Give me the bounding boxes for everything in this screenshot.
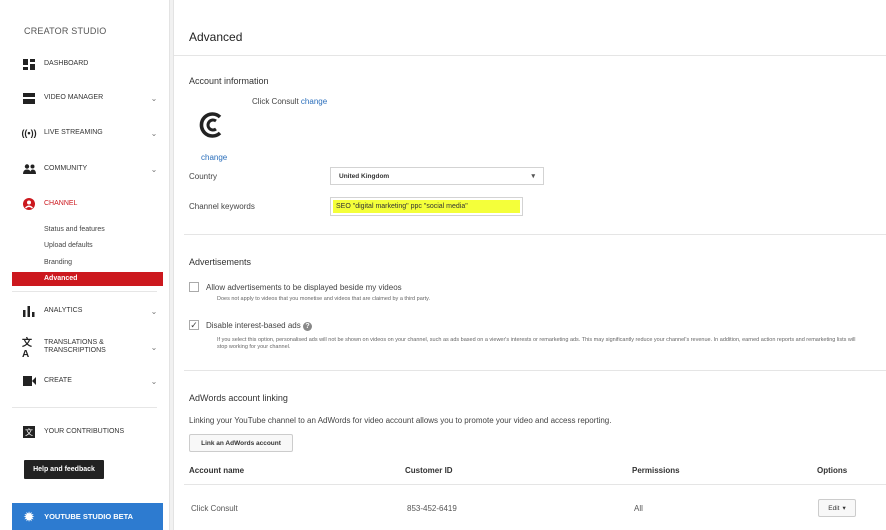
sidebar-subitem-advanced[interactable]: Advanced [12, 272, 163, 286]
adwords-heading: AdWords account linking [189, 393, 288, 403]
translations-icon: 文A [22, 338, 32, 360]
divider [174, 55, 886, 56]
sidebar-item-contributions[interactable]: 文 YOUR CONTRIBUTIONS [22, 421, 158, 443]
help-feedback-button[interactable]: Help and feedback [24, 460, 104, 479]
divider [184, 370, 886, 371]
allow-ads-label: Allow advertisements to be displayed bes… [206, 283, 402, 292]
col-options: Options [817, 466, 848, 475]
disable-interest-ads-checkbox[interactable]: ✓ [189, 320, 199, 330]
chevron-down-icon[interactable]: ⌄ [150, 377, 158, 386]
dropdown-arrow-icon: ▾ [842, 505, 846, 512]
allow-ads-checkbox[interactable] [189, 282, 199, 292]
disable-ads-note: If you select this option, personalised … [217, 337, 856, 350]
row-account-name: Click Consult [191, 504, 238, 513]
youtube-studio-beta-button[interactable]: ✹ YOUTUBE STUDIO BETA [12, 503, 163, 530]
sidebar-item-label: CREATE [44, 377, 72, 384]
advertisements-heading: Advertisements [189, 257, 252, 267]
keywords-value: SEO "digital marketing" ppc "social medi… [333, 200, 520, 213]
sidebar-item-label: ANALYTICS [44, 307, 83, 314]
row-permissions: All [634, 504, 643, 513]
analytics-icon [22, 305, 36, 317]
sidebar-item-live-streaming[interactable]: ((•)) LIVE STREAMING ⌄ [21, 122, 158, 144]
change-name-link[interactable]: change [301, 97, 327, 106]
disable-ads-row: Disable interest-based ads ? [206, 321, 312, 331]
change-logo-link[interactable]: change [201, 153, 227, 162]
channel-icon [22, 198, 36, 210]
dashboard-icon [22, 58, 36, 70]
help-icon[interactable]: ? [302, 322, 312, 331]
sidebar-item-translations[interactable]: 文A TRANSLATIONS & TRANSCRIPTIONS ⌄ [22, 336, 158, 360]
sidebar-subitem-upload-defaults[interactable]: Upload defaults [44, 242, 93, 249]
channel-name-row: Click Consult change [252, 97, 327, 106]
edit-label: Edit [828, 504, 840, 512]
sidebar-item-label: VIDEO MANAGER [44, 94, 104, 101]
disable-ads-label: Disable interest-based ads [206, 321, 301, 330]
sidebar-item-label: CHANNEL [44, 200, 78, 207]
sidebar-item-community[interactable]: COMMUNITY ⌄ [22, 158, 158, 180]
chevron-down-icon[interactable]: ⌄ [150, 307, 158, 316]
adwords-description: Linking your YouTube channel to an AdWor… [189, 416, 612, 425]
sidebar-item-channel[interactable]: CHANNEL [22, 193, 158, 215]
allow-ads-note: Does not apply to videos that you moneti… [217, 296, 430, 302]
sidebar-item-analytics[interactable]: ANALYTICS ⌄ [22, 300, 158, 322]
contributions-icon: 文 [22, 426, 36, 438]
community-icon [22, 163, 36, 175]
country-label: Country [189, 172, 218, 181]
brand-title: CREATOR STUDIO [24, 26, 107, 36]
sidebar: CREATOR STUDIO DASHBOARD VIDEO MANAGER ⌄… [0, 0, 170, 530]
sidebar-item-label: YOUR CONTRIBUTIONS [44, 428, 125, 435]
sidebar-item-video-manager[interactable]: VIDEO MANAGER ⌄ [22, 87, 158, 109]
live-streaming-icon: ((•)) [21, 128, 37, 138]
sidebar-subitem-status[interactable]: Status and features [44, 226, 105, 233]
main-panel: Advanced Account information Click Consu… [173, 0, 886, 530]
col-permissions: Permissions [632, 466, 680, 475]
edit-button[interactable]: Edit ▾ [818, 499, 856, 517]
sidebar-item-label: LIVE STREAMING [44, 129, 103, 136]
divider [184, 484, 886, 485]
chevron-down-icon[interactable]: ⌄ [150, 94, 158, 103]
row-customer-id: 853-452-6419 [407, 504, 457, 513]
channel-name: Click Consult [252, 97, 299, 106]
divider [12, 407, 157, 408]
col-account-name: Account name [189, 466, 245, 475]
keywords-label: Channel keywords [189, 202, 255, 211]
sidebar-item-create[interactable]: CREATE ⌄ [22, 370, 158, 392]
video-manager-icon [22, 92, 36, 104]
sidebar-item-label: DASHBOARD [44, 60, 89, 67]
create-icon [22, 375, 36, 387]
chevron-down-icon[interactable]: ⌄ [150, 165, 158, 174]
chevron-down-icon[interactable]: ⌄ [150, 129, 158, 138]
sidebar-item-dashboard[interactable]: DASHBOARD [22, 53, 158, 75]
channel-logo [198, 110, 228, 140]
channel-keywords-input[interactable]: SEO "digital marketing" ppc "social medi… [330, 197, 523, 216]
beta-label: YOUTUBE STUDIO BETA [44, 512, 134, 521]
sidebar-item-label: TRANSLATIONS & TRANSCRIPTIONS [44, 339, 106, 354]
dropdown-arrow-icon: ▾ [531, 173, 535, 180]
divider [184, 234, 886, 235]
col-customer-id: Customer ID [405, 466, 453, 475]
country-select[interactable]: United Kingdom ▾ [330, 167, 544, 185]
divider [12, 291, 157, 292]
country-value: United Kingdom [339, 172, 390, 180]
chevron-down-icon[interactable]: ⌄ [150, 343, 158, 352]
gear-icon: ✹ [24, 509, 35, 524]
svg-text:文: 文 [25, 427, 33, 437]
account-info-heading: Account information [189, 76, 269, 86]
sidebar-item-label: COMMUNITY [44, 165, 88, 172]
page-title: Advanced [189, 30, 243, 44]
sidebar-subitem-branding[interactable]: Branding [44, 259, 72, 266]
link-adwords-button[interactable]: Link an AdWords account [189, 434, 293, 452]
